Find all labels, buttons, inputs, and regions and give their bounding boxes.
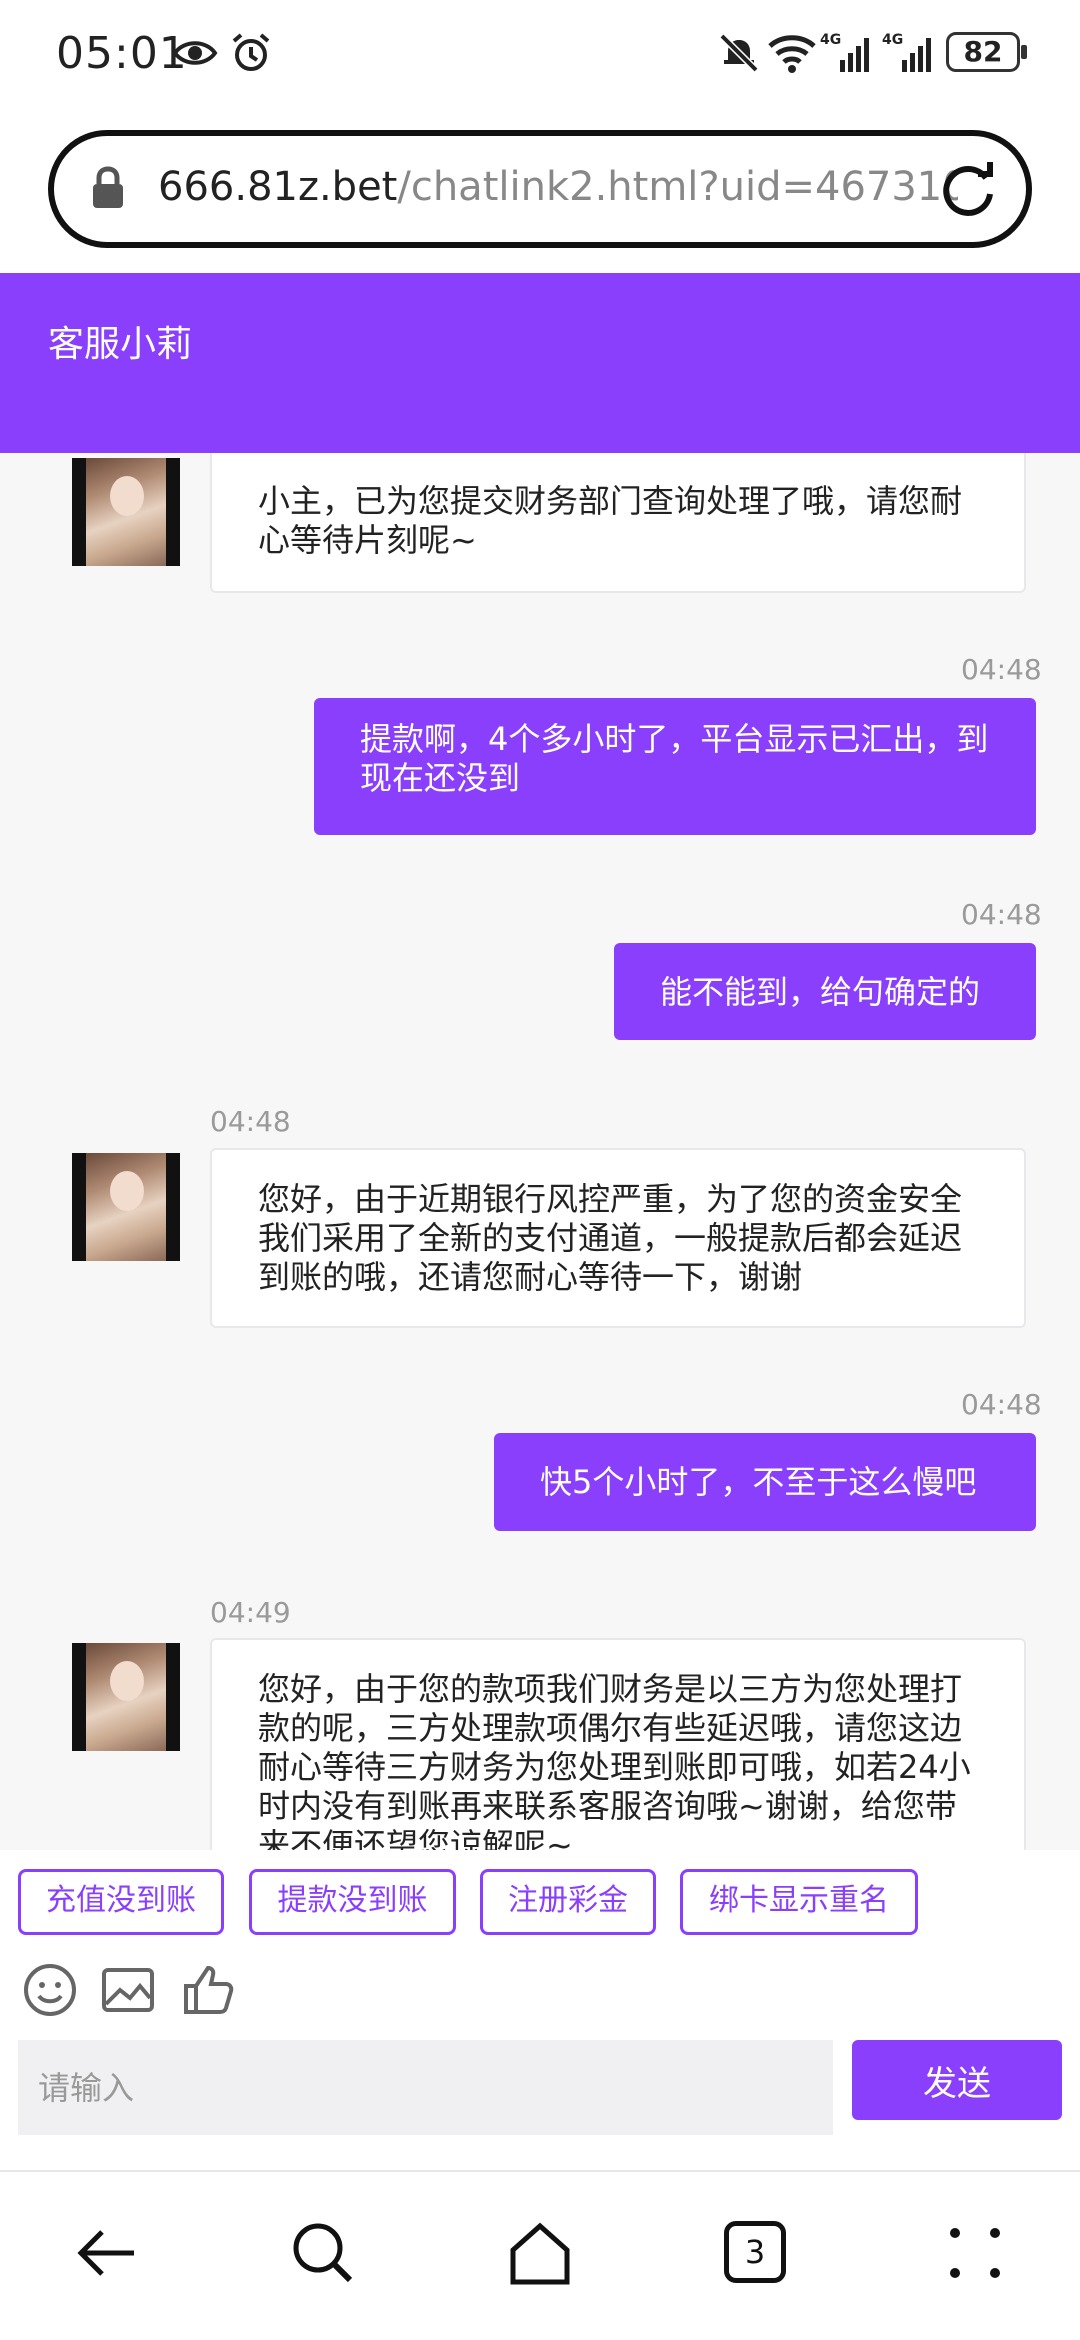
url-text[interactable]: 666.81z.bet/chatlink2.html?uid=467310 — [158, 164, 958, 210]
address-bar[interactable]: 666.81z.bet/chatlink2.html?uid=467310 — [48, 130, 1032, 248]
quick-reply-card-duplicate[interactable]: 绑卡显示重名 — [680, 1869, 918, 1935]
agent-avatar — [72, 458, 180, 566]
message-bubble-outgoing: 能不能到，给句确定的 — [614, 943, 1036, 1040]
emoji-icon[interactable] — [22, 1962, 78, 2018]
url-path: /chatlink2.html?uid=467310 — [397, 164, 958, 210]
message-timestamp: 04:48 — [210, 1105, 291, 1138]
agent-avatar — [72, 1643, 180, 1751]
send-button[interactable]: 发送 — [852, 2040, 1062, 2120]
tabs-icon[interactable]: 3 — [724, 2221, 786, 2283]
message-input[interactable] — [18, 2040, 833, 2135]
message-timestamp: 04:49 — [210, 1596, 291, 1629]
message-timestamp: 04:48 — [961, 898, 1042, 931]
mute-bell-icon — [719, 33, 759, 73]
agent-name: 客服小莉 — [48, 324, 193, 365]
back-icon[interactable] — [72, 2218, 142, 2288]
menu-icon[interactable] — [940, 2218, 1010, 2288]
message-timestamp: 04:48 — [961, 653, 1042, 686]
message-bubble-incoming: 您好，由于近期银行风控严重，为了您的资金安全我们采用了全新的支付通道，一般提款后… — [210, 1148, 1026, 1328]
lock-icon — [93, 166, 123, 208]
status-bar: 05:01 4G 4G 82 — [0, 0, 1080, 108]
agent-avatar — [72, 1153, 180, 1261]
url-domain: 666.81z.bet — [158, 164, 398, 210]
home-icon[interactable] — [505, 2218, 575, 2288]
thumbs-up-icon[interactable] — [180, 1962, 236, 2018]
chat-messages[interactable]: 小主，已为您提交财务部门查询处理了哦，请您耐心等待片刻呢~ 04:48 提款啊，… — [0, 453, 1080, 1850]
quick-reply-recharge[interactable]: 充值没到账 — [18, 1869, 224, 1935]
reload-icon[interactable] — [936, 158, 1000, 222]
quick-reply-register-bonus[interactable]: 注册彩金 — [480, 1869, 656, 1935]
alarm-icon — [232, 33, 270, 71]
status-time: 05:01 — [56, 28, 188, 79]
nav-divider — [0, 2170, 1080, 2172]
image-icon[interactable] — [100, 1962, 156, 2018]
battery-indicator: 82 — [946, 32, 1027, 72]
signal-4g-icon-2: 4G — [882, 32, 931, 72]
chat-header: 客服小莉 — [0, 273, 1080, 453]
message-bubble-outgoing: 快5个小时了，不至于这么慢吧 — [494, 1433, 1036, 1531]
svg-text:4G: 4G — [820, 32, 841, 48]
message-bubble-incoming: 您好，由于您的款项我们财务是以三方为您处理打款的呢，三方处理款项偶尔有些延迟哦，… — [210, 1638, 1026, 1850]
signal-4g-icon: 4G — [820, 32, 869, 72]
message-bubble-incoming: 小主，已为您提交财务部门查询处理了哦，请您耐心等待片刻呢~ — [210, 453, 1026, 593]
eye-icon — [172, 41, 218, 65]
svg-text:4G: 4G — [882, 32, 903, 48]
search-icon[interactable] — [288, 2218, 358, 2288]
message-bubble-outgoing: 提款啊，4个多小时了，平台显示已汇出，到现在还没到 — [314, 698, 1036, 835]
quick-reply-withdraw[interactable]: 提款没到账 — [249, 1869, 456, 1935]
message-timestamp: 04:48 — [961, 1388, 1042, 1421]
wifi-icon — [768, 35, 816, 73]
